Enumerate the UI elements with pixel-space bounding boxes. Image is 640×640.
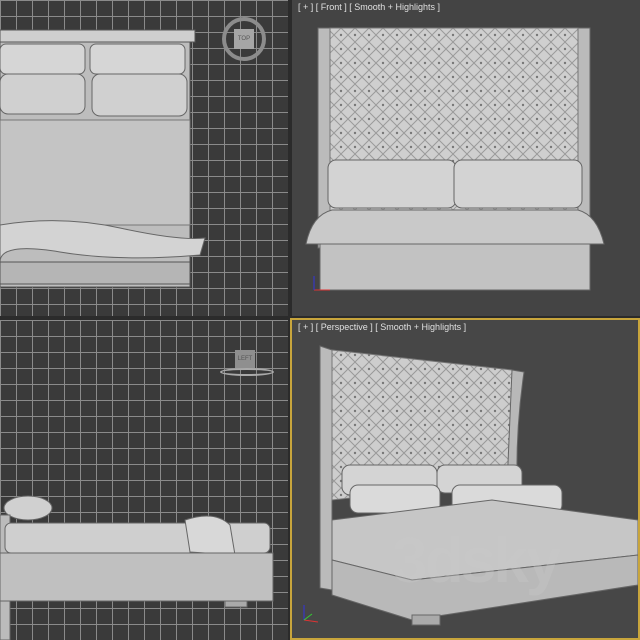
viewport-left[interactable]: LEFT — [0, 320, 288, 640]
viewcube-left[interactable]: LEFT — [235, 350, 255, 368]
watermark-logo: 3dsky — [392, 524, 561, 596]
bed-front-view — [305, 27, 605, 291]
viewport-perspective[interactable]: [ + ] [ Perspective ] [ Smooth + Highlig… — [290, 318, 640, 640]
viewcube-ring[interactable] — [220, 368, 274, 376]
viewport-front[interactable]: [ + ] [ Front ] [ Smooth + Highlights ] — [292, 0, 640, 316]
viewcube-top[interactable]: TOP — [234, 29, 254, 49]
viewport-top[interactable]: TOP — [0, 0, 288, 316]
